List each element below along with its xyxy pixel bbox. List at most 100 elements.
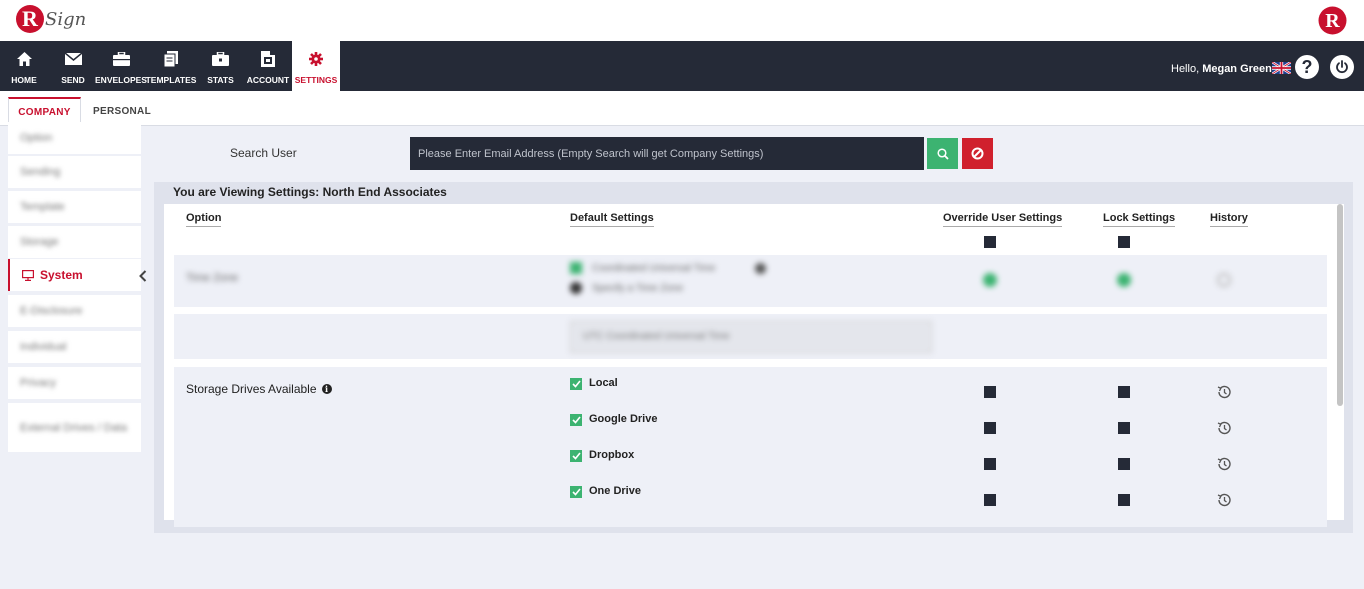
briefcase-icon — [112, 51, 130, 67]
info-icon[interactable]: i — [321, 384, 332, 394]
header-default-settings: Default Settings — [570, 212, 654, 227]
timezone-history-icon[interactable] — [1217, 273, 1231, 287]
nav-home[interactable]: HOME — [6, 41, 42, 91]
side-item-label: E-Disclosure — [20, 305, 83, 317]
documents-icon — [164, 51, 178, 67]
lock-all-checkbox[interactable] — [1118, 236, 1130, 248]
help-icon[interactable]: ? — [1295, 55, 1319, 79]
timezone-override-toggle[interactable] — [983, 273, 997, 287]
drive-local-lock-checkbox[interactable] — [1118, 386, 1130, 398]
drive-dropbox-label: Dropbox — [589, 449, 635, 461]
side-item-label: Template — [20, 201, 65, 213]
nav-account-label: ACCOUNT — [246, 75, 290, 85]
monitor-icon — [22, 269, 34, 281]
storage-drives-label-text: Storage Drives Available — [186, 382, 317, 396]
timezone-row — [174, 255, 1327, 307]
hello-prefix: Hello, — [1171, 63, 1200, 75]
home-icon — [16, 51, 32, 67]
search-email-input[interactable] — [410, 137, 924, 170]
drive-dropbox-override-checkbox[interactable] — [984, 458, 996, 470]
user-name[interactable]: Megan Greene — [1202, 63, 1278, 75]
side-item-label: Individual — [20, 341, 67, 353]
collapse-sidebar-icon[interactable] — [139, 270, 149, 284]
right-logo-letter: R — [1325, 10, 1340, 32]
side-item-external-drives[interactable]: External Drives / Data — [8, 403, 141, 452]
side-item-individual[interactable]: Individual — [8, 331, 141, 363]
timezone-lock-toggle[interactable] — [1117, 273, 1131, 287]
timezone-radio-utc[interactable] — [570, 262, 582, 274]
drive-local-checkbox[interactable] — [570, 378, 582, 390]
uk-flag-icon[interactable] — [1271, 60, 1292, 76]
drive-google-lock-checkbox[interactable] — [1118, 422, 1130, 434]
timezone-option-specify: Specify a Time Zone — [592, 283, 684, 294]
brand-bar: R Sign R — [0, 0, 1364, 41]
side-item-label: System — [40, 268, 83, 282]
history-icon[interactable] — [1216, 384, 1232, 400]
search-button[interactable] — [927, 138, 958, 169]
search-icon — [936, 147, 949, 160]
drive-google-label: Google Drive — [589, 413, 658, 425]
side-item-template[interactable]: Template — [8, 191, 141, 223]
header-option: Option — [186, 212, 222, 227]
side-item-storage[interactable]: Storage — [8, 226, 141, 258]
logo-letter: R — [16, 5, 44, 33]
side-item-label: Option — [20, 132, 53, 144]
drive-local-override-checkbox[interactable] — [984, 386, 996, 398]
drive-dropbox-checkbox[interactable] — [570, 450, 582, 462]
nav-home-label: HOME — [11, 75, 37, 85]
logo-script: Sign — [45, 8, 87, 30]
nav-stats[interactable]: STATS — [204, 41, 237, 91]
side-item-label: Privacy — [20, 377, 57, 389]
rsign-logo[interactable]: R Sign — [16, 5, 86, 33]
power-icon[interactable] — [1330, 55, 1354, 79]
timezone-select[interactable]: UTC Coordinated Universal Time — [570, 321, 932, 353]
table-scrollbar[interactable] — [1337, 204, 1343, 406]
header-override-user-settings: Override User Settings — [943, 212, 1063, 227]
header-lock-settings: Lock Settings — [1103, 212, 1176, 227]
drive-dropbox-lock-checkbox[interactable] — [1118, 458, 1130, 470]
drive-onedrive-override-checkbox[interactable] — [984, 494, 996, 506]
drive-google-override-checkbox[interactable] — [984, 422, 996, 434]
timezone-label: Time Zone — [186, 272, 239, 284]
drive-local-label: Local — [589, 377, 618, 389]
side-item-label: Sending — [20, 166, 61, 178]
drive-google-checkbox[interactable] — [570, 414, 582, 426]
nav-send-label: SEND — [61, 75, 85, 85]
main-nav: HOME SEND ENVELOPES TEMPLATES STATS ACCO… — [0, 41, 1364, 91]
drive-onedrive-lock-checkbox[interactable] — [1118, 494, 1130, 506]
side-item-e-disclosure[interactable]: E-Disclosure — [8, 295, 141, 327]
nav-envelopes-label: ENVELOPES — [95, 75, 147, 85]
history-icon[interactable] — [1216, 492, 1232, 508]
side-item-label: External Drives / Data — [20, 421, 127, 434]
nav-templates-label: TEMPLATES — [145, 75, 197, 85]
drive-onedrive-checkbox[interactable] — [570, 486, 582, 498]
side-item-option[interactable]: Option — [8, 122, 141, 154]
viewing-settings-title: You are Viewing Settings: North End Asso… — [173, 185, 447, 199]
settings-tabs: COMPANY PERSONAL — [0, 91, 1364, 126]
checkmark-icon — [571, 380, 581, 388]
nav-settings[interactable]: SETTINGS — [292, 41, 340, 91]
timezone-radio-specify[interactable] — [570, 282, 582, 294]
ban-icon — [971, 147, 984, 160]
header-history: History — [1210, 212, 1248, 227]
history-icon[interactable] — [1216, 456, 1232, 472]
account-icon — [261, 51, 275, 67]
nav-settings-label: SETTINGS — [294, 75, 338, 85]
nav-envelopes[interactable]: ENVELOPES — [95, 41, 147, 91]
side-item-privacy[interactable]: Privacy — [8, 367, 141, 399]
clear-search-button[interactable] — [962, 138, 993, 169]
storage-drives-label: Storage Drives Available i — [186, 382, 332, 396]
history-icon[interactable] — [1216, 420, 1232, 436]
checkmark-icon — [571, 416, 581, 424]
override-all-checkbox[interactable] — [984, 236, 996, 248]
timezone-option-utc: Coordinated Universal Time — [592, 263, 716, 274]
checkmark-icon — [571, 488, 581, 496]
nav-templates[interactable]: TEMPLATES — [145, 41, 197, 91]
user-greeting: Hello, Megan Greene — [1171, 63, 1278, 75]
side-item-sending[interactable]: Sending — [8, 156, 141, 188]
toolbox-icon — [212, 51, 229, 67]
side-item-system[interactable]: System — [8, 259, 141, 291]
nav-send[interactable]: SEND — [57, 41, 89, 91]
settings-sidemenu: Option Sending Template Storage System E… — [8, 122, 141, 452]
nav-account[interactable]: ACCOUNT — [247, 41, 289, 91]
